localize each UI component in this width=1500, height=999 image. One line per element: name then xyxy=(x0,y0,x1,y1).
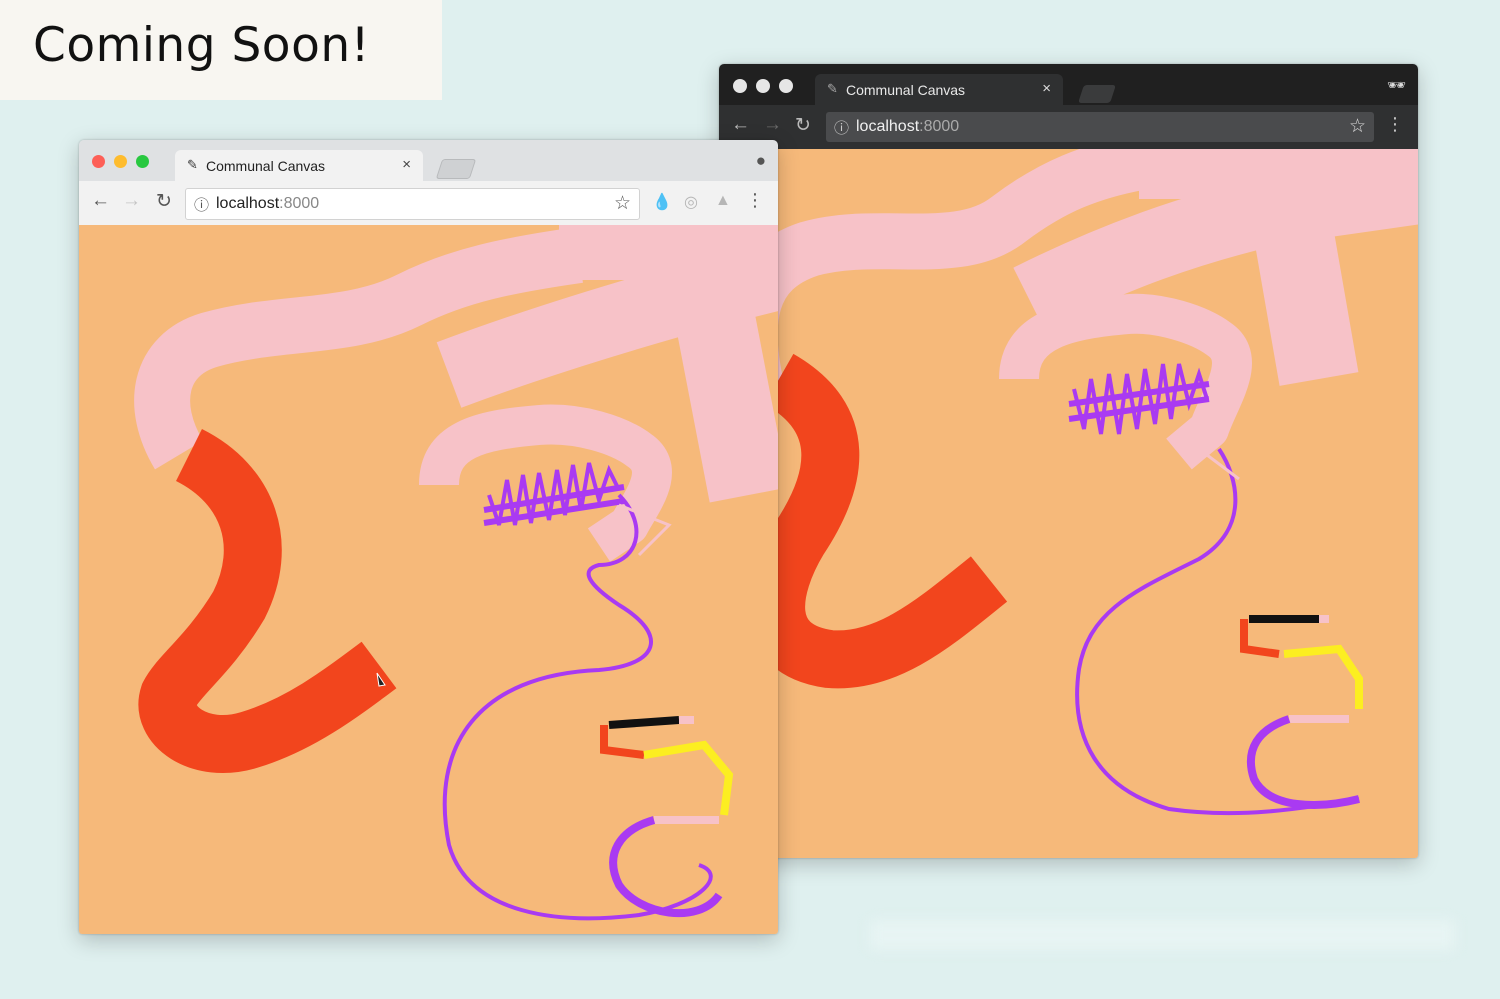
canvas-drawing xyxy=(721,149,1418,816)
star-icon[interactable]: ☆ xyxy=(1349,115,1366,138)
coming-soon-banner: Coming Soon! xyxy=(0,0,442,100)
incognito-icon[interactable]: 🕶 xyxy=(1387,76,1406,94)
url-text: localhost:8000 xyxy=(856,118,959,136)
maximize-window-button[interactable] xyxy=(136,155,149,168)
minimize-window-button[interactable] xyxy=(756,79,770,93)
url-port: :8000 xyxy=(919,118,960,135)
browser-window-incognito: ✎ Communal Canvas × 🕶 ← → ↻ ⓘ localhost:… xyxy=(719,64,1418,858)
extension-icon[interactable]: ◎ xyxy=(684,192,698,212)
address-bar[interactable]: ⓘ localhost:8000 ☆ xyxy=(826,112,1374,142)
tab-strip: ✎ Communal Canvas × ● xyxy=(79,140,778,181)
tab-communal-canvas[interactable]: ✎ Communal Canvas × xyxy=(175,150,423,181)
tab-title: Communal Canvas xyxy=(206,158,326,174)
banner-text: Coming Soon! xyxy=(33,18,370,73)
url-port: :8000 xyxy=(279,195,320,212)
address-bar[interactable]: ⓘ localhost:8000 ☆ xyxy=(185,188,640,220)
toolbar: ← → ↻ ⓘ localhost:8000 ☆ 💧 ◎ ▲ ⋮ xyxy=(79,181,778,226)
close-icon[interactable]: × xyxy=(402,156,411,173)
reload-icon[interactable]: ↻ xyxy=(795,114,811,137)
kebab-menu-icon[interactable]: ⋮ xyxy=(746,190,764,211)
browser-window-normal: ✎ Communal Canvas × ● ← → ↻ ⓘ localhost:… xyxy=(79,140,778,934)
droplet-extension-icon[interactable]: 💧 xyxy=(652,192,672,212)
forward-arrow-icon[interactable]: → xyxy=(122,190,141,212)
tab-strip: ✎ Communal Canvas × 🕶 xyxy=(719,64,1418,105)
toolbar: ← → ↻ ⓘ localhost:8000 ☆ ⋮ xyxy=(719,105,1418,149)
new-tab-button[interactable] xyxy=(1078,85,1116,103)
forward-arrow-icon[interactable]: → xyxy=(763,114,782,136)
url-host: localhost xyxy=(856,118,920,135)
window-controls xyxy=(733,79,793,93)
kebab-menu-icon[interactable]: ⋮ xyxy=(1386,114,1404,135)
back-arrow-icon[interactable]: ← xyxy=(91,190,110,212)
paint-brush-icon: ✎ xyxy=(827,81,838,96)
window-controls xyxy=(92,155,149,168)
drive-extension-icon[interactable]: ▲ xyxy=(715,192,731,210)
close-icon[interactable]: × xyxy=(1042,80,1051,97)
drawing-canvas[interactable] xyxy=(719,149,1418,858)
info-icon[interactable]: ⓘ xyxy=(194,194,209,215)
close-window-button[interactable] xyxy=(92,155,105,168)
minimize-window-button[interactable] xyxy=(114,155,127,168)
info-icon[interactable]: ⓘ xyxy=(834,117,849,138)
paint-brush-icon: ✎ xyxy=(187,157,198,172)
maximize-window-button[interactable] xyxy=(779,79,793,93)
star-icon[interactable]: ☆ xyxy=(614,192,631,215)
new-tab-button[interactable] xyxy=(435,159,477,179)
background-glow xyxy=(870,920,1455,950)
tab-communal-canvas[interactable]: ✎ Communal Canvas × xyxy=(815,74,1063,105)
url-text: localhost:8000 xyxy=(216,195,319,213)
profile-icon[interactable]: ● xyxy=(756,151,766,171)
canvas-drawing xyxy=(134,225,778,921)
url-host: localhost xyxy=(216,195,280,212)
drawing-canvas[interactable] xyxy=(79,225,778,934)
reload-icon[interactable]: ↻ xyxy=(156,190,172,213)
tab-title: Communal Canvas xyxy=(846,82,966,98)
close-window-button[interactable] xyxy=(733,79,747,93)
back-arrow-icon[interactable]: ← xyxy=(731,114,750,136)
